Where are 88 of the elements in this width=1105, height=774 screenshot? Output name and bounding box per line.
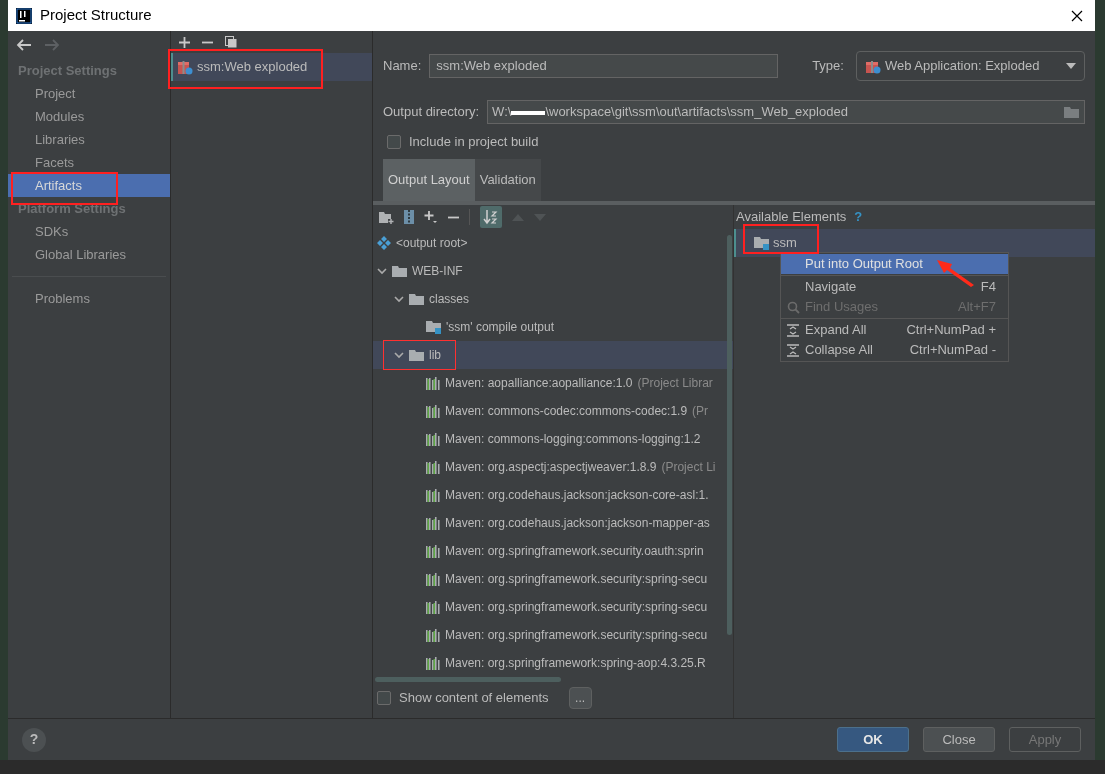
diamond-cluster-icon xyxy=(377,236,391,250)
sidebar-item[interactable]: Artifacts xyxy=(8,174,170,197)
tree-row[interactable]: Maven: org.springframework.security:spring-secu xyxy=(373,593,733,621)
output-directory-label: Output directory: xyxy=(383,103,480,122)
tree-row[interactable]: classes xyxy=(373,285,733,313)
expanded-chevron-icon[interactable] xyxy=(394,350,404,360)
library-bars-icon xyxy=(426,656,440,670)
sidebar-item[interactable]: Facets xyxy=(8,151,170,174)
library-bars-icon xyxy=(426,600,440,614)
library-bars-icon xyxy=(426,516,440,530)
sidebar-item[interactable]: Libraries xyxy=(8,128,170,151)
sidebar-item[interactable]: Problems xyxy=(8,287,170,310)
dialog-button[interactable]: Close xyxy=(923,727,995,752)
library-bars-icon xyxy=(426,376,440,390)
tree-row[interactable]: Maven: org.codehaus.jackson:jackson-mapper-as xyxy=(373,509,733,537)
library-bars-icon xyxy=(426,488,440,502)
add-dropdown-icon[interactable] xyxy=(424,210,438,224)
folder-icon xyxy=(409,293,424,305)
tree-row[interactable]: Maven: commons-logging:commons-logging:1.2 xyxy=(373,425,733,453)
tree-row[interactable]: <output root> xyxy=(373,229,733,257)
window-title: Project Structure xyxy=(40,5,152,26)
copy-icon[interactable] xyxy=(225,36,237,48)
tree-row[interactable]: 'ssm' compile output xyxy=(373,313,733,341)
gift-box-icon xyxy=(177,59,193,75)
close-icon[interactable] xyxy=(1071,9,1083,22)
pointer-arrow xyxy=(936,258,976,288)
name-label: Name: xyxy=(383,57,422,76)
sidebar-item[interactable]: Project xyxy=(8,82,170,105)
sidebar-item[interactable]: SDKs xyxy=(8,220,170,243)
checkbox[interactable] xyxy=(377,691,391,705)
tree-row[interactable]: Maven: aopalliance:aopalliance:1.0 (Project Librar xyxy=(373,369,733,397)
redaction-mark-icon xyxy=(511,108,546,116)
library-bars-icon xyxy=(426,432,440,446)
back-arrow-icon[interactable] xyxy=(16,39,32,51)
sort-icon[interactable] xyxy=(480,206,502,228)
tree-row[interactable]: Maven: org.aspectj:aspectjweaver:1.8.9 (Project Li xyxy=(373,453,733,481)
collapse-all-icon xyxy=(787,343,799,357)
type-label: Type: xyxy=(812,57,844,76)
folder-icon[interactable] xyxy=(1064,105,1080,119)
app-logo-icon xyxy=(16,7,32,24)
folder-icon xyxy=(754,236,769,250)
ok-button[interactable]: OK xyxy=(837,727,909,752)
tree-row[interactable]: WEB-INF xyxy=(373,257,733,285)
tab[interactable]: Output Layout xyxy=(383,159,475,201)
tree-row[interactable]: Maven: org.springframework:spring-aop:4.3.25.R xyxy=(373,649,733,677)
expand-all-icon xyxy=(787,323,799,337)
new-folder-icon[interactable] xyxy=(379,210,394,224)
folder-icon xyxy=(426,320,441,334)
library-bars-icon xyxy=(426,544,440,558)
gift-box-icon xyxy=(864,58,881,74)
library-bars-icon xyxy=(426,460,440,474)
type-dropdown[interactable]: Web Application: Exploded xyxy=(855,51,1085,81)
expanded-chevron-icon[interactable] xyxy=(394,294,404,304)
tree-row[interactable]: lib xyxy=(373,341,733,369)
sidebar-item[interactable]: Global Libraries xyxy=(8,243,170,266)
menu-item[interactable]: Expand All Ctrl+NumPad + xyxy=(781,320,1008,340)
tree-row[interactable]: Maven: org.springframework.security.oauth:sprin xyxy=(373,537,733,565)
folder-icon xyxy=(392,265,407,277)
tab[interactable]: Validation xyxy=(474,159,541,201)
checkbox-label: Include in project build xyxy=(409,133,539,152)
menu-item[interactable]: Navigate F4 xyxy=(781,277,1008,297)
help-link[interactable]: ? xyxy=(854,207,863,227)
section-title: Available Elements xyxy=(736,208,847,227)
more-button[interactable]: ... xyxy=(568,687,592,709)
library-bars-icon xyxy=(426,572,440,586)
library-bars-icon xyxy=(426,628,440,642)
folder-icon xyxy=(409,349,424,361)
list-item[interactable]: ssm:Web exploded xyxy=(171,53,372,81)
tree-row[interactable]: Maven: commons-codec:commons-codec:1.9 (Pr xyxy=(373,397,733,425)
scrollbar[interactable] xyxy=(375,677,561,682)
checkbox-label: Show content of elements xyxy=(399,689,549,708)
tree-row[interactable]: Maven: org.springframework.security:spring-secu xyxy=(373,565,733,593)
checkbox[interactable] xyxy=(387,135,401,149)
library-bars-icon xyxy=(426,404,440,418)
help-button[interactable]: ? xyxy=(22,727,46,752)
tree-row[interactable]: Maven: org.codehaus.jackson:jackson-core-asl:1. xyxy=(373,481,733,509)
tree-row[interactable]: Maven: org.springframework.security:spring-secu xyxy=(373,621,733,649)
sidebar-item[interactable]: Modules xyxy=(8,105,170,128)
add-icon[interactable] xyxy=(179,36,190,48)
dropdown-caret-icon xyxy=(1066,63,1076,69)
menu-item[interactable]: Put into Output Root xyxy=(781,254,1008,274)
name-field[interactable]: ssm:Web exploded xyxy=(429,54,779,78)
search-icon xyxy=(786,300,800,314)
expanded-chevron-icon[interactable] xyxy=(377,266,387,276)
menu-item[interactable]: Collapse All Ctrl+NumPad - xyxy=(781,340,1008,360)
archive-icon[interactable] xyxy=(404,210,414,224)
output-directory-field[interactable]: W:\ \workspace\git\ssm\out\artifacts\ssm_Web_exploded xyxy=(487,100,1085,124)
scrollbar[interactable] xyxy=(727,235,732,635)
